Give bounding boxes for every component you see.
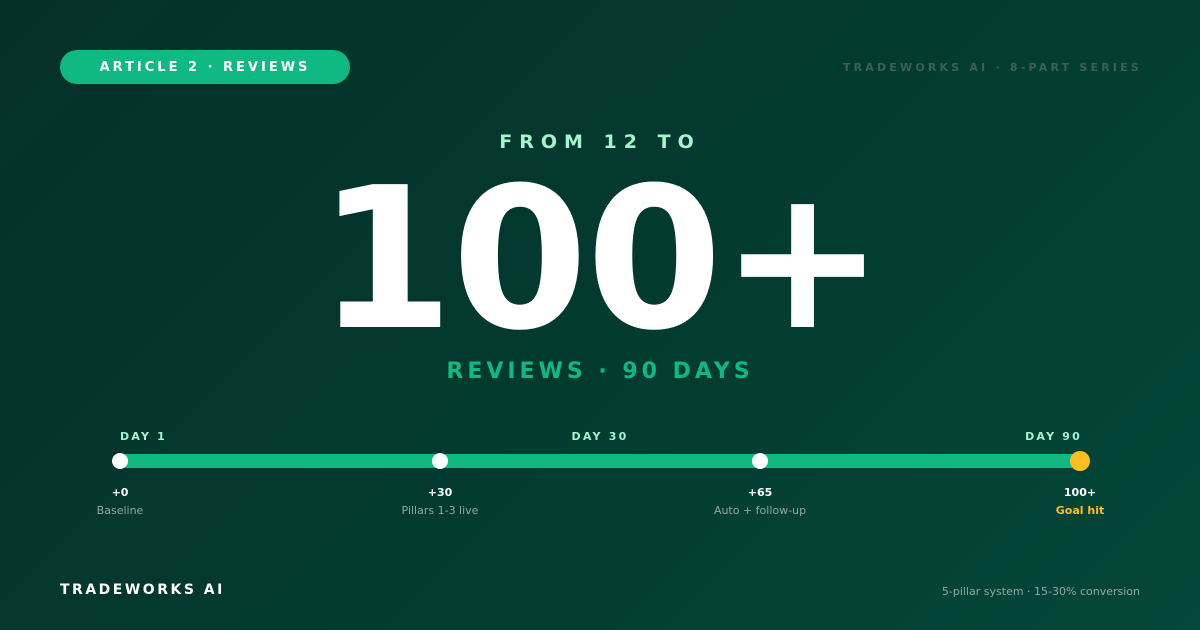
- headline-number: 100+: [317, 146, 884, 374]
- timeline-bar: [120, 454, 1080, 468]
- footer-brand: TRADEWORKS AI: [60, 582, 225, 598]
- timeline-milestone-dot: [752, 453, 768, 469]
- milestone-label: Baseline: [96, 504, 144, 517]
- timeline-milestone-dot: [112, 453, 128, 469]
- footer-note: 5-pillar system · 15-30% conversion: [941, 585, 1140, 598]
- timeline-day-mid: DAY 30: [571, 430, 629, 443]
- milestone-value: 100+: [1063, 486, 1097, 499]
- timeline-day-start: DAY 1: [120, 430, 168, 443]
- milestone-goal-label: Goal hit: [1055, 504, 1105, 517]
- milestone-label: Auto + follow-up: [713, 504, 807, 517]
- timeline-milestone-dot: [432, 453, 448, 469]
- milestone-value: +30: [427, 486, 453, 499]
- milestone-label: Pillars 1-3 live: [401, 504, 479, 517]
- series-label: TRADEWORKS AI · 8-PART SERIES: [842, 61, 1142, 74]
- milestone-value: +65: [747, 486, 773, 499]
- headline-subtitle: REVIEWS · 90 DAYS: [446, 359, 754, 384]
- article-badge: ARTICLE 2 · REVIEWS: [60, 50, 350, 84]
- timeline-goal-dot: [1070, 451, 1090, 471]
- timeline-day-end: DAY 90: [1025, 430, 1082, 443]
- milestone-value: +0: [111, 486, 129, 499]
